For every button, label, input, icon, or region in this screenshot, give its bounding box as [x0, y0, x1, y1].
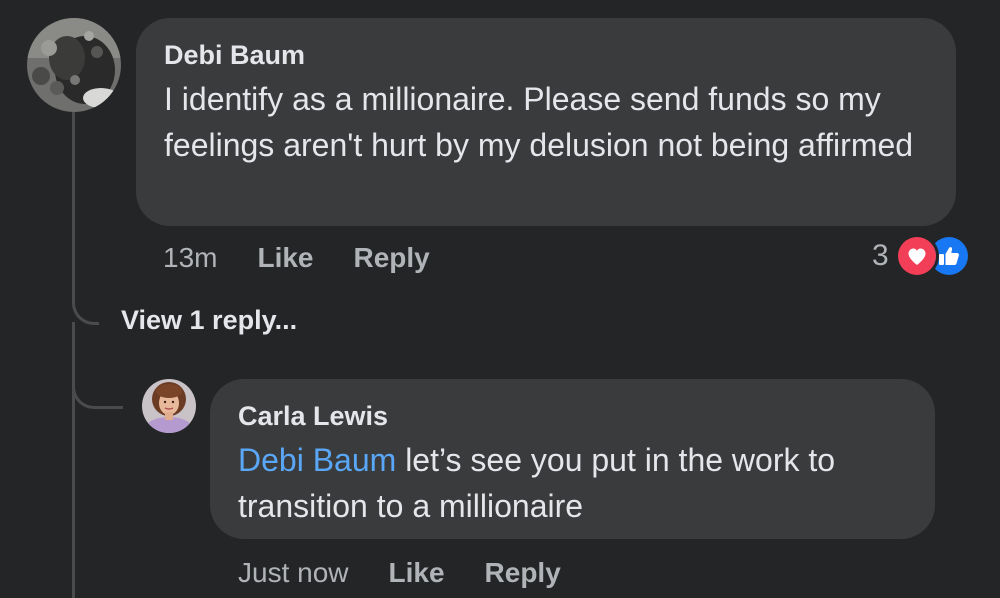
love-icon: [894, 234, 939, 278]
comment-text: I identify as a millionaire. Please send…: [164, 81, 914, 163]
comment-actions: 13m Like Reply: [163, 236, 470, 280]
comment-timestamp[interactable]: 13m: [163, 242, 217, 274]
view-replies-link[interactable]: View 1 reply...: [121, 302, 297, 338]
reply-button[interactable]: Reply: [485, 557, 561, 589]
reply-author[interactable]: Carla Lewis: [238, 399, 907, 433]
debi-baum-avatar[interactable]: [27, 18, 121, 112]
reply-actions: Just now Like Reply: [238, 551, 601, 595]
like-button[interactable]: Like: [257, 242, 313, 274]
woman-photo-avatar-icon: [142, 379, 196, 433]
reply-text: Debi Baum let’s see you put in the work …: [238, 437, 907, 529]
comment-author[interactable]: Debi Baum: [164, 38, 928, 72]
reply-button[interactable]: Reply: [354, 242, 430, 274]
mention-link[interactable]: Debi Baum: [238, 442, 396, 478]
reactions-summary[interactable]: 3: [872, 234, 971, 278]
comment-bubble: Debi Baum I identify as a millionaire. P…: [136, 18, 956, 226]
thread-connector-line: [72, 112, 99, 325]
reply-connector-line: [72, 360, 123, 409]
reaction-count: 3: [872, 239, 889, 272]
carla-lewis-avatar[interactable]: [142, 379, 196, 433]
reply-bubble: Carla Lewis Debi Baum let’s see you put …: [210, 379, 935, 539]
comment-thread: Debi Baum I identify as a millionaire. P…: [0, 0, 1000, 598]
reply-timestamp[interactable]: Just now: [238, 557, 349, 589]
like-button[interactable]: Like: [389, 557, 445, 589]
dog-photo-avatar-icon: [27, 18, 121, 112]
